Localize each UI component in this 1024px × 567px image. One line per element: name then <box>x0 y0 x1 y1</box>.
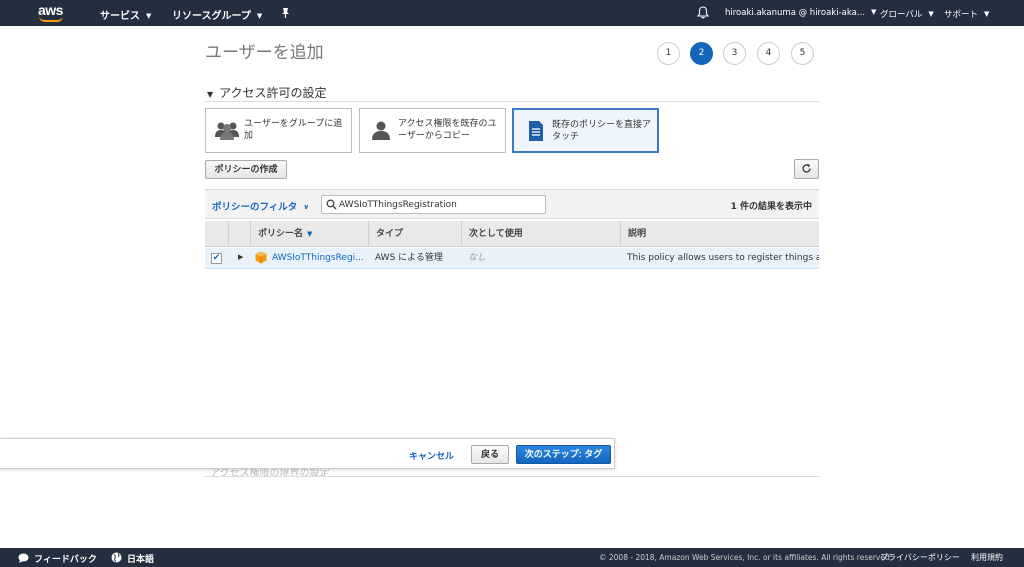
account-label: hiroaki.akanuma @ hiroaki-aka... <box>725 8 865 18</box>
step-4[interactable]: 4 <box>757 42 780 65</box>
row-checkbox[interactable]: ✔ <box>211 253 222 264</box>
language-label: 日本語 <box>127 555 155 565</box>
page-title: ユーザーを追加 <box>205 43 324 63</box>
speech-bubble-icon <box>18 553 29 563</box>
permissions-section-title: アクセス許可の設定 <box>219 86 327 100</box>
policy-type: AWS による管理 <box>375 253 443 263</box>
collapse-triangle-icon: ▼ <box>207 90 214 99</box>
aws-logo[interactable]: aws <box>38 2 66 24</box>
policy-search-input[interactable] <box>339 198 539 211</box>
feedback-link[interactable]: フィードバック <box>18 552 97 565</box>
step-2-active[interactable]: 2 <box>690 42 713 65</box>
aws-smile-icon <box>39 16 63 22</box>
terms-link[interactable]: 利用規約 <box>971 552 1003 563</box>
step-1[interactable]: 1 <box>657 42 680 65</box>
option-add-to-group-label: ユーザーをグループに追加 <box>244 119 343 141</box>
chevron-down-icon: ▼ <box>146 12 152 20</box>
policy-filter-dropdown[interactable]: ポリシーのフィルタ ∨ <box>212 199 309 213</box>
step-3[interactable]: 3 <box>723 42 746 65</box>
expand-column-header <box>228 221 250 247</box>
filter-bar: ポリシーのフィルタ ∨ 1 件の結果を表示中 <box>205 189 819 219</box>
globe-icon <box>111 552 122 563</box>
user-icon <box>372 121 390 140</box>
next-step-tags-button[interactable]: 次のステップ: タグ <box>516 445 611 464</box>
section-divider <box>205 476 819 477</box>
resource-groups-label: リソースグループ <box>172 11 251 22</box>
column-header-description[interactable]: 説明 <box>620 221 819 247</box>
chevron-down-icon: ▼ <box>928 10 934 18</box>
resource-groups-menu[interactable]: リソースグループ ▼ <box>172 7 262 22</box>
column-header-type[interactable]: タイプ <box>368 221 461 247</box>
search-icon <box>326 199 337 210</box>
footer-bar: フィードバック 日本語 © 2008 - 2018, Amazon Web Se… <box>0 548 1024 567</box>
cancel-button[interactable]: キャンセル <box>409 449 454 462</box>
chevron-down-icon: ▼ <box>870 8 877 16</box>
section-divider <box>205 101 819 102</box>
region-menu[interactable]: グローバル ▼ <box>880 8 934 20</box>
column-header-used-as[interactable]: 次として使用 <box>461 221 620 247</box>
option-attach-policies[interactable]: 既存のポリシーを直接アタッチ <box>512 108 659 153</box>
chevron-down-icon: ▼ <box>256 12 263 20</box>
select-column-header <box>205 221 228 247</box>
policy-search-box[interactable] <box>321 195 546 214</box>
sort-desc-icon: ▼ <box>307 230 313 238</box>
services-label: サービス <box>100 11 140 22</box>
expand-row-icon[interactable]: ▶ <box>238 253 243 261</box>
table-row[interactable]: ✔ ▶ AWSIoTThingsRegi... AWS による管理 なし Thi… <box>205 248 819 269</box>
language-selector[interactable]: 日本語 <box>111 552 154 565</box>
option-add-to-group[interactable]: ユーザーをグループに追加 <box>205 108 352 153</box>
wizard-action-bar: キャンセル 戻る 次のステップ: タグ <box>0 438 615 469</box>
policy-name-link[interactable]: AWSIoTThingsRegi... <box>265 248 368 269</box>
back-button[interactable]: 戻る <box>471 445 509 464</box>
option-copy-permissions[interactable]: アクセス権限を既存のユーザーからコピー <box>359 108 506 153</box>
policy-table-header: ポリシー名 ▼ タイプ 次として使用 説明 <box>205 221 819 247</box>
support-menu[interactable]: サポート ▼ <box>944 8 989 20</box>
privacy-policy-link[interactable]: プライバシーポリシー <box>880 552 960 563</box>
account-menu[interactable]: hiroaki.akanuma @ hiroaki-aka... ▼ <box>725 8 876 18</box>
option-attach-policies-label: 既存のポリシーを直接アタッチ <box>552 120 652 142</box>
copyright-text: © 2008 - 2018, Amazon Web Services, Inc.… <box>599 553 893 562</box>
policy-description: This policy allows users to register thi… <box>627 253 819 263</box>
column-header-name-label: ポリシー名 <box>258 229 304 239</box>
policy-filter-label: ポリシーのフィルタ <box>212 202 298 213</box>
step-5[interactable]: 5 <box>791 42 814 65</box>
feedback-label: フィードバック <box>34 555 97 565</box>
top-nav-bar: aws サービス ▼ リソースグループ ▼ hiroaki.akanuma @ hi… <box>0 0 1024 26</box>
option-copy-permissions-label: アクセス権限を既存のユーザーからコピー <box>398 119 497 141</box>
refresh-icon <box>802 163 811 173</box>
result-count: 1 件の結果を表示中 <box>730 202 812 212</box>
policy-used-as: なし <box>468 253 487 263</box>
region-label: グローバル <box>880 10 923 20</box>
chevron-down-icon: ∨ <box>303 203 309 211</box>
services-menu[interactable]: サービス ▼ <box>100 7 151 22</box>
column-header-name[interactable]: ポリシー名 ▼ <box>250 221 368 247</box>
users-group-icon <box>215 122 239 140</box>
chevron-down-icon: ▼ <box>984 10 990 18</box>
create-policy-button[interactable]: ポリシーの作成 <box>205 160 287 179</box>
refresh-button[interactable] <box>794 159 819 179</box>
support-label: サポート <box>944 10 979 20</box>
pin-icon[interactable] <box>280 7 291 19</box>
document-icon <box>529 121 543 141</box>
bell-icon[interactable] <box>697 6 709 19</box>
permissions-section-header[interactable]: ▼ アクセス許可の設定 <box>207 84 327 101</box>
